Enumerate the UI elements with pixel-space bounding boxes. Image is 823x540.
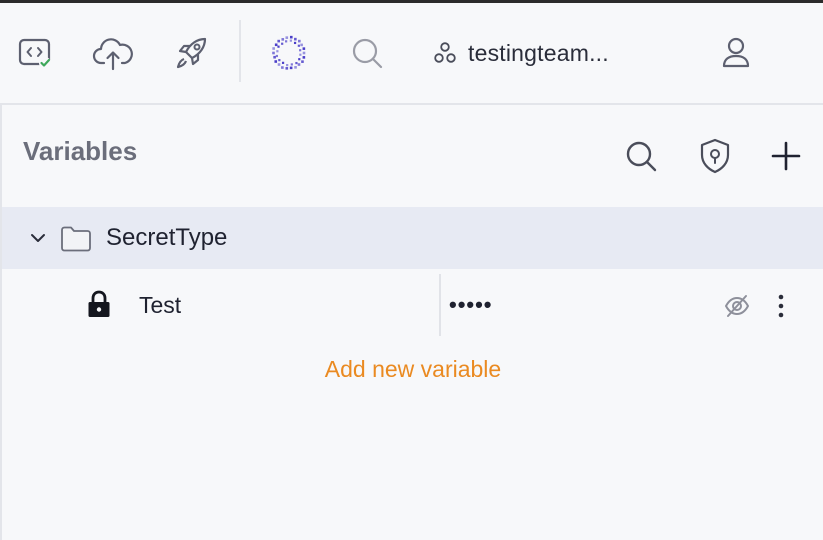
top-toolbar: testingteam...: [0, 3, 823, 105]
profile-button[interactable]: [714, 31, 758, 75]
lock-icon: [88, 290, 110, 317]
logo-dot: [277, 63, 281, 66]
workspace-selector[interactable]: testingteam...: [432, 31, 609, 75]
logo-dot: [302, 47, 306, 50]
panel-title: Variables: [23, 136, 138, 166]
folder-row-secrettype[interactable]: SecretType: [2, 207, 823, 269]
logo-dot: [302, 51, 306, 55]
logo-dot: [281, 42, 284, 45]
eye-slash-icon: [725, 295, 749, 317]
user-icon: [722, 37, 750, 68]
logo-dot: [289, 66, 293, 70]
cloud-upload-icon: [92, 38, 133, 71]
logo-dot: [300, 43, 303, 47]
logo-dot: [272, 51, 275, 55]
logo-dot: [277, 39, 280, 43]
logo-dot: [285, 40, 288, 43]
logo-dot: [294, 37, 297, 41]
logo-dot: [274, 60, 278, 63]
search-button[interactable]: [345, 31, 389, 75]
logo-dot: [294, 66, 297, 69]
code-check-icon: [18, 38, 51, 69]
logo-dot: [281, 38, 285, 41]
folder-name: SecretType: [106, 224, 228, 251]
rocket-icon: [176, 37, 207, 69]
logo-dot: [274, 43, 278, 47]
cloud-upload-button[interactable]: [91, 31, 135, 75]
variable-row[interactable]: Test •••••: [2, 272, 823, 336]
logo-dot: [299, 49, 302, 52]
logo-dot: [281, 66, 284, 69]
column-divider: [439, 274, 441, 336]
add-new-variable-link[interactable]: Add new variable: [0, 356, 823, 383]
logo-dot: [278, 59, 281, 62]
logo-dot: [289, 35, 293, 39]
logo-dot: [297, 44, 300, 47]
logo-dot: [276, 50, 279, 53]
add-variable-plus-button[interactable]: [764, 134, 808, 178]
logo-dot: [297, 63, 301, 66]
logo-dot: [302, 56, 306, 59]
chevron-down-icon[interactable]: [29, 229, 47, 247]
logo-dot: [275, 54, 278, 58]
group-icon: [434, 42, 456, 63]
logo-dot: [295, 61, 298, 65]
search-variables-button[interactable]: [619, 134, 663, 178]
search-icon: [626, 141, 657, 172]
logo-dot: [273, 55, 276, 59]
logo-dot: [281, 61, 285, 64]
logo-dot: [298, 39, 301, 43]
code-check-button[interactable]: [13, 31, 57, 75]
plus-icon: [771, 141, 801, 171]
shield-keyhole-icon: [700, 138, 730, 174]
logo-dot: [277, 45, 280, 48]
logo-dot: [290, 63, 293, 66]
secrets-settings-button[interactable]: [693, 134, 737, 178]
variable-name[interactable]: Test: [139, 292, 181, 319]
logo-dot: [293, 41, 297, 45]
logo-dot: [298, 58, 301, 61]
logo-dot: [299, 53, 302, 56]
more-options-button[interactable]: [768, 288, 794, 324]
toolbar-divider: [239, 20, 241, 82]
logo-dot: [285, 67, 289, 70]
logo-dot: [289, 39, 292, 42]
logo-dot: [286, 64, 289, 67]
logo-dot: [285, 36, 289, 39]
toggle-visibility-button[interactable]: [719, 288, 755, 324]
team-logo-button[interactable]: [267, 31, 311, 75]
workspace-name: testingteam...: [468, 39, 609, 66]
variable-value[interactable]: •••••: [449, 292, 493, 318]
deploy-button[interactable]: [169, 31, 213, 75]
logo-dot: [272, 47, 275, 50]
folder-icon: [61, 226, 91, 252]
team-logo-icon: [272, 35, 306, 70]
search-icon: [352, 38, 383, 69]
more-vertical-icon: [778, 294, 784, 318]
logo-dot: [301, 60, 304, 63]
